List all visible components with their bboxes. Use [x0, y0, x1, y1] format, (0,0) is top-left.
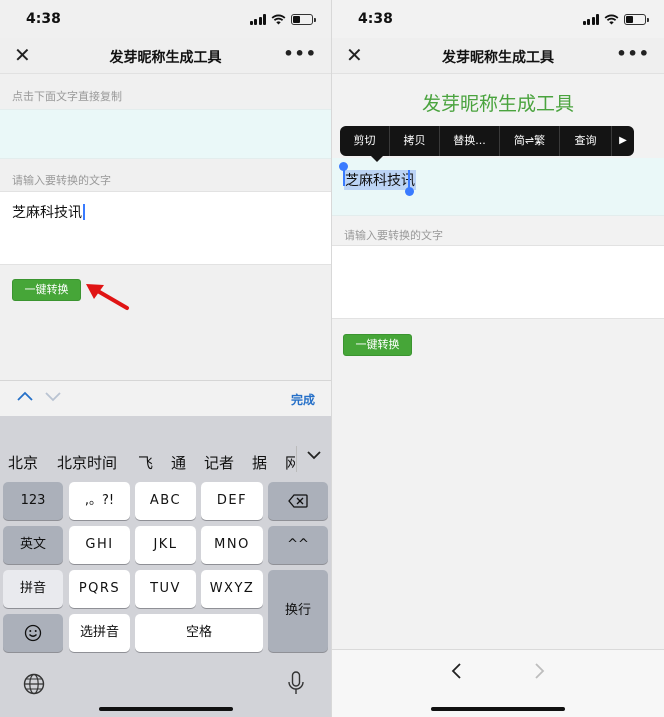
signal-icon: [249, 13, 266, 25]
wifi-icon: [604, 14, 619, 24]
left-phone-screen: 4:38 ✕ 发芽昵称生成工具 ••• 点击下面文字直接复制 请输入要转换的文字…: [0, 0, 331, 717]
right-phone-screen: 4:38 ✕ 发芽昵称生成工具 ••• 发芽昵称生成工具 芝麻科技讯 剪切 拷贝…: [332, 0, 664, 717]
key-punctuation[interactable]: ,。?!: [69, 482, 130, 520]
status-icons: [249, 13, 316, 25]
input-value-wrap: 芝麻科技讯: [12, 202, 85, 222]
nav-bar: ✕ 发芽昵称生成工具 •••: [332, 38, 664, 74]
candidate-item[interactable]: 北京: [8, 452, 38, 473]
context-menu-pointer: [370, 155, 384, 162]
input-value: 芝麻科技讯: [12, 205, 82, 221]
more-icon[interactable]: •••: [616, 44, 650, 63]
key-wxyz[interactable]: WXYZ: [201, 570, 263, 608]
chevron-down-icon[interactable]: [44, 389, 62, 403]
candidate-item[interactable]: 记者: [204, 452, 234, 473]
space-key[interactable]: 空格: [135, 614, 263, 652]
tool-content: 点击下面文字直接复制 请输入要转换的文字 芝麻科技讯 一键转换: [0, 75, 331, 380]
candidate-item[interactable]: 飞: [138, 452, 153, 473]
battery-icon: [291, 13, 316, 25]
keyboard-top-strip: [0, 416, 331, 440]
battery-icon: [624, 13, 649, 25]
output-box[interactable]: 芝麻科技讯: [332, 158, 664, 216]
chevron-right-icon[interactable]: [532, 662, 546, 680]
key-def[interactable]: DEF: [201, 482, 263, 520]
signal-icon: [582, 13, 599, 25]
menu-item-lookup[interactable]: 查询: [560, 126, 612, 156]
browser-bottom-bar: [332, 649, 664, 717]
key-pinyin[interactable]: 拼音: [3, 570, 63, 608]
selection-end-handle[interactable]: [405, 187, 414, 196]
convert-button[interactable]: 一键转换: [343, 334, 412, 356]
input-hint: 请输入要转换的文字: [12, 174, 111, 187]
selection-start-handle[interactable]: [339, 162, 348, 171]
candidate-item[interactable]: 通: [171, 452, 186, 473]
candidate-item[interactable]: 网: [285, 452, 295, 473]
emoji-key[interactable]: [3, 614, 63, 652]
key-jkl[interactable]: JKL: [135, 526, 196, 564]
globe-icon[interactable]: [23, 673, 45, 695]
menu-next-arrow[interactable]: ▶: [612, 126, 634, 156]
tool-content: 发芽昵称生成工具 芝麻科技讯 剪切 拷贝 替换... 简⇌繁 查询 ▶ 请输入要…: [332, 75, 664, 649]
home-indicator: [431, 707, 565, 711]
output-hint: 点击下面文字直接复制: [12, 90, 122, 103]
backspace-icon: [288, 493, 308, 508]
more-icon[interactable]: •••: [283, 44, 317, 63]
enter-key[interactable]: 换行: [268, 570, 328, 652]
chevron-left-icon[interactable]: [450, 662, 464, 680]
status-time: 4:38: [26, 11, 61, 27]
chevron-down-icon[interactable]: [305, 448, 323, 462]
home-indicator: [99, 707, 233, 711]
input-hint: 请输入要转换的文字: [344, 229, 443, 242]
menu-item-cut[interactable]: 剪切: [340, 126, 390, 156]
key-select-pinyin[interactable]: 选拼音: [69, 614, 130, 652]
key-abc[interactable]: ABC: [135, 482, 196, 520]
emoji-icon: [24, 624, 42, 641]
status-icons: [582, 13, 649, 25]
keyboard-accessory-bar: 完成: [0, 380, 331, 416]
text-context-menu: 剪切 拷贝 替换... 简⇌繁 查询 ▶: [340, 126, 634, 156]
convert-button[interactable]: 一键转换: [12, 279, 81, 301]
status-bar: 4:38: [0, 0, 331, 38]
status-bar: 4:38: [332, 0, 664, 38]
input-textarea[interactable]: [332, 245, 664, 319]
page-title: 发芽昵称生成工具: [442, 50, 554, 66]
key-english[interactable]: 英文: [3, 526, 63, 564]
key-emoticon[interactable]: ^^: [268, 526, 328, 564]
candidate-divider: [296, 446, 297, 472]
done-button[interactable]: 完成: [291, 391, 315, 408]
key-ghi[interactable]: GHI: [69, 526, 130, 564]
pinyin-keyboard: 北京 北京时间 飞 通 记者 据 网 123 ,。?! ABC DEF 英文 G…: [0, 440, 331, 717]
input-textarea[interactable]: 芝麻科技讯: [0, 191, 331, 265]
candidate-item[interactable]: 北京时间: [57, 452, 117, 473]
key-tuv[interactable]: TUV: [135, 570, 196, 608]
candidate-bar: 北京 北京时间 飞 通 记者 据 网: [0, 440, 331, 480]
candidate-item[interactable]: 据: [252, 452, 267, 473]
key-pqrs[interactable]: PQRS: [69, 570, 130, 608]
page-title: 发芽昵称生成工具: [109, 50, 222, 66]
menu-item-copy[interactable]: 拷贝: [390, 126, 440, 156]
nav-bar: ✕ 发芽昵称生成工具 •••: [0, 38, 331, 74]
status-time: 4:38: [358, 11, 393, 27]
microphone-icon[interactable]: [287, 671, 305, 697]
red-arrow-annotation: [86, 284, 129, 310]
text-caret: [83, 204, 85, 220]
key-mno[interactable]: MNO: [201, 526, 263, 564]
backspace-key[interactable]: [268, 482, 328, 520]
wifi-icon: [271, 14, 286, 24]
key-123[interactable]: 123: [3, 482, 63, 520]
selected-output-text[interactable]: 芝麻科技讯: [344, 170, 416, 190]
chevron-up-icon[interactable]: [16, 389, 34, 403]
output-box[interactable]: [0, 109, 331, 159]
brand-heading: 发芽昵称生成工具: [421, 93, 574, 115]
menu-item-convert-script[interactable]: 简⇌繁: [500, 126, 560, 156]
menu-item-replace[interactable]: 替换...: [440, 126, 500, 156]
